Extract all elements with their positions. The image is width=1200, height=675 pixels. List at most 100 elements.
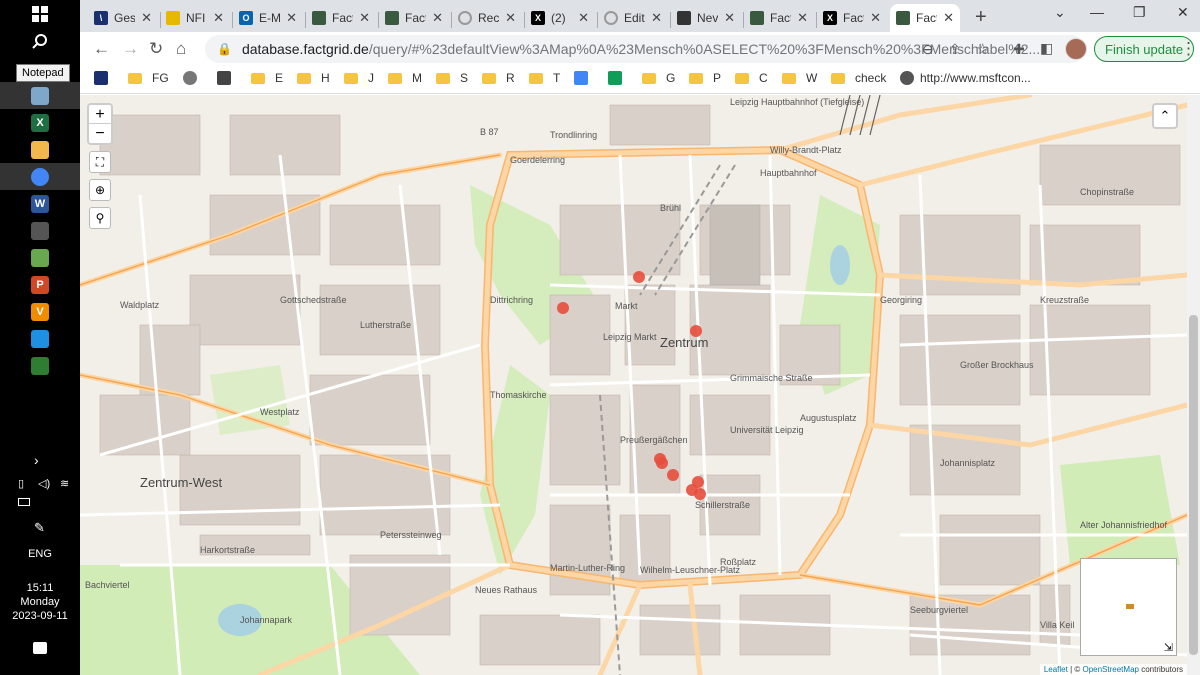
bookmark-item[interactable]: G [642,71,675,85]
browser-tab[interactable]: O E-M ✕ [233,4,303,32]
browser-tab[interactable]: Fact ✕ [744,4,814,32]
minimize-button[interactable]: — [1090,4,1104,20]
bookmark-item[interactable]: http://www.msftcon... [900,71,1031,85]
osm-link[interactable]: OpenStreetMap [1082,665,1138,674]
clock[interactable]: 15:11 Monday 2023-09-11 [0,581,80,623]
search-button[interactable] [0,27,80,54]
minimap-toggle-icon[interactable]: ⇲ [1164,641,1173,654]
usb-icon[interactable]: ▯ [18,477,24,490]
battery-icon[interactable] [18,498,30,506]
browser-tab[interactable]: \ Ges ✕ [88,4,158,32]
map-marker[interactable] [656,457,668,469]
taskbar-app-excel[interactable]: X [0,109,80,136]
minimap[interactable]: ⇲ [1080,558,1177,656]
close-window-button[interactable]: ✕ [1177,4,1189,21]
locate-icon[interactable]: ⚲ [89,207,111,229]
new-tab-button[interactable]: + [975,6,987,29]
bookmark-item[interactable]: R [482,71,515,85]
close-icon[interactable]: ✕ [651,10,662,26]
extensions-icon[interactable]: ✚ [1013,41,1025,58]
leaflet-link[interactable]: Leaflet [1044,665,1068,674]
wifi-icon[interactable]: ≋ [60,477,69,490]
chevron-up-icon[interactable]: ⌃ [1152,103,1178,129]
browser-tab[interactable]: X Fact ✕ [817,4,887,32]
close-icon[interactable]: ✕ [505,10,516,26]
bookmark-item[interactable]: M [388,71,422,85]
close-icon[interactable]: ✕ [359,10,370,26]
bookmark-item[interactable]: FG [128,71,169,85]
zoom-box-icon[interactable]: ⊕ [89,179,111,201]
close-icon[interactable]: ✕ [943,10,954,26]
map-marker[interactable] [633,271,645,283]
scrollbar-thumb[interactable] [1189,315,1198,655]
taskbar-app-notepad[interactable] [0,82,80,109]
bookmark-item[interactable] [94,71,114,85]
bookmark-item[interactable]: C [735,71,768,85]
browser-tab[interactable]: Fact ✕ [306,4,376,32]
bookmark-item[interactable]: H [297,71,330,85]
zoom-in-button[interactable]: + [89,105,111,124]
bookmark-item[interactable] [574,71,594,85]
bookmark-item[interactable]: S [436,71,468,85]
notifications-icon[interactable] [33,642,47,654]
close-icon[interactable]: ✕ [797,10,808,26]
side-panel-icon[interactable]: ◧ [1040,40,1053,57]
bookmark-item[interactable]: W [782,71,817,85]
map-marker[interactable] [667,469,679,481]
back-button[interactable]: ← [93,39,110,59]
language-indicator[interactable]: ENG [0,548,80,560]
map-marker[interactable] [690,325,702,337]
map-marker[interactable] [694,488,706,500]
forward-button[interactable]: → [122,39,139,59]
browser-tab[interactable]: Rec ✕ [452,4,522,32]
map-marker[interactable] [557,302,569,314]
browser-tab[interactable]: NFI ✕ [160,4,230,32]
tab-search-icon[interactable]: ⌄ [1054,4,1066,21]
close-icon[interactable]: ✕ [432,10,443,26]
home-button[interactable]: ⌂ [176,39,186,59]
pen-icon[interactable]: ✎ [34,520,45,536]
browser-tab[interactable]: X (2) ✕ [525,4,595,32]
volume-icon[interactable]: ◁) [38,477,50,490]
close-icon[interactable]: ✕ [578,10,589,26]
reload-button[interactable]: ↻ [149,39,163,59]
share-icon[interactable]: ⇪ [949,41,961,58]
close-icon[interactable]: ✕ [870,10,881,26]
taskbar-app-paint-palette[interactable] [0,244,80,271]
bookmark-item[interactable]: check [831,71,886,85]
taskbar-app-paint[interactable] [0,217,80,244]
chevron-up-icon[interactable]: › [34,452,39,468]
restore-button[interactable]: ❐ [1133,4,1146,21]
taskbar-app-app-store[interactable] [0,352,80,379]
bookmark-item[interactable] [183,71,203,85]
map-view[interactable]: Zentrum Zentrum-West Leipzig Hauptbahnhof … [80,95,1187,675]
zoom-icon[interactable]: ⊖ [922,41,934,58]
taskbar-app-chrome[interactable] [0,163,80,190]
bookmark-item[interactable]: E [251,71,283,85]
taskbar-app-edge[interactable] [0,325,80,352]
taskbar-app-word[interactable]: W [0,190,80,217]
browser-tab[interactable]: Fact ✕ [890,4,960,32]
bookmark-item[interactable]: T [529,71,560,85]
bookmark-item[interactable] [217,71,237,85]
close-icon[interactable]: ✕ [213,10,224,26]
close-icon[interactable]: ✕ [286,10,297,26]
bookmark-item[interactable] [608,71,628,85]
taskbar-app-vlc[interactable]: V [0,298,80,325]
fullscreen-icon[interactable]: ⛶ [89,151,111,173]
browser-tab[interactable]: Fact ✕ [379,4,449,32]
browser-tab[interactable]: Nev ✕ [671,4,741,32]
close-icon[interactable]: ✕ [724,10,735,26]
browser-tab[interactable]: Edit ✕ [598,4,668,32]
taskbar-app-powerpoint[interactable]: P [0,271,80,298]
profile-avatar[interactable] [1065,38,1087,60]
bookmark-star-icon[interactable]: ☆ [976,40,989,58]
bookmark-item[interactable]: J [344,71,374,85]
close-icon[interactable]: ✕ [141,10,152,26]
lock-icon[interactable]: 🔒 [217,42,232,56]
start-button[interactable] [0,0,80,27]
menu-icon[interactable]: ⋮ [1180,39,1197,59]
page-scrollbar[interactable] [1187,95,1200,675]
zoom-out-button[interactable]: − [89,124,111,143]
taskbar-app-file-explorer[interactable] [0,136,80,163]
